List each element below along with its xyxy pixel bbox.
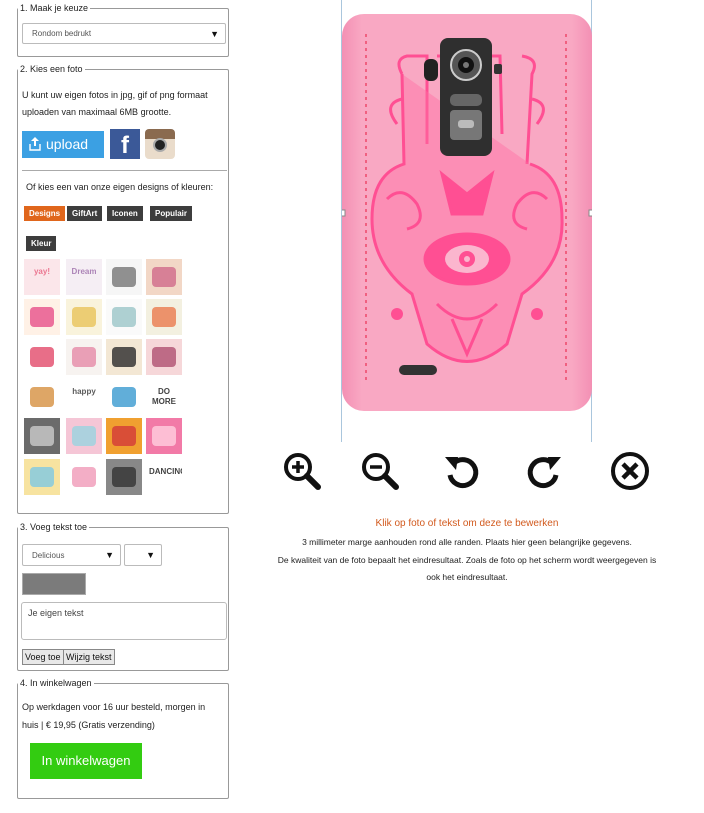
upload-icon [29,137,41,151]
thumbnail-motif [112,347,136,367]
edit-hint: Klik op foto of tekst om deze te bewerke… [375,518,559,529]
zoom-out-icon[interactable] [360,451,400,491]
thumbnail-motif [72,426,96,446]
print-type-value: Rondom bedrukt [32,29,92,38]
thumbnail-motif: yay! [33,267,50,276]
design-thumbnail-dream-believe[interactable]: Dream [66,259,102,295]
step-choose-legend: 1. Maak je keuze [20,3,89,13]
thumbnail-motif [72,467,96,487]
design-thumbnail-chevron-pastel[interactable] [66,418,102,454]
thumbnail-motif [152,347,176,367]
design-thumbnail-pastel-squares[interactable] [24,459,60,495]
phone-case-svg [338,14,596,411]
custom-text-placeholder: Je eigen tekst [28,608,84,618]
custom-text-input[interactable]: Je eigen tekst [21,602,227,640]
thumbnail-motif [112,467,136,487]
design-thumbnail-icecream[interactable] [146,299,182,335]
step-cart-panel: 4. In winkelwagen [17,678,229,799]
delivery-line2: huis | € 19,95 (Gratis verzending) [22,720,155,730]
rotate-right-icon[interactable] [524,451,564,491]
design-thumbnail-triangles-color[interactable] [106,379,142,415]
zoom-in-icon[interactable] [282,451,322,491]
design-thumbnail-world-map[interactable] [24,339,60,375]
design-choice-text: Of kies een van onze eigen designs of kl… [26,182,214,192]
text-color-picker[interactable] [22,573,86,595]
design-thumbnail-cubes[interactable] [106,418,142,454]
design-thumbnail-animals[interactable] [24,379,60,415]
speaker-grille [399,365,437,375]
divider [22,170,227,171]
size-select-arrow-icon: ▼ [146,550,155,560]
thumbnail-motif [30,347,54,367]
thumbnail-motif: happy [72,387,96,396]
design-thumbnail-pink-geo[interactable] [146,418,182,454]
thumbnail-motif [72,347,96,367]
thumbnail-motif [112,426,136,446]
design-thumbnail-quote-text[interactable] [66,339,102,375]
design-thumbnail-bw-portrait[interactable] [106,459,142,495]
rotate-left-icon[interactable] [442,451,482,491]
photo-intro-line1: U kunt uw eigen fotos in jpg, gif of png… [22,90,208,100]
design-thumbnail-do-more[interactable]: DO MORE [146,379,182,415]
design-thumbnail-feathers[interactable] [106,299,142,335]
design-thumbnail-aztec[interactable] [106,339,142,375]
thumbnail-motif [30,426,54,446]
thumbnail-motif [72,307,96,327]
thumbnail-motif [152,267,176,287]
quality-info-line1: De kwaliteit van de foto bepaalt het ein… [277,555,657,565]
thumbnail-motif [152,426,176,446]
thumbnail-motif: DANCING [149,467,182,476]
instagram-icon [153,138,167,152]
design-thumbnail-script-pink[interactable] [146,339,182,375]
resize-handle-left[interactable] [338,209,346,217]
design-thumbnail-tiger[interactable] [24,418,60,454]
design-thumbnail-donuts[interactable] [146,259,182,295]
thumbnail-motif [152,307,176,327]
thumbnail-motif [30,387,54,407]
design-thumbnail-happy-days[interactable]: happy [66,379,102,415]
design-thumbnail-deer[interactable] [106,259,142,295]
delivery-line1: Op werkdagen voor 16 uur besteld, morgen… [22,702,206,712]
add-to-cart-button[interactable]: In winkelwagen [30,743,142,779]
resize-handle-right[interactable] [588,209,596,217]
thumbnail-motif [112,267,136,287]
design-thumbnail-script-stripes[interactable] [66,459,102,495]
tab-giftart[interactable]: GiftArt [67,206,103,221]
facebook-icon: f [121,132,129,159]
quality-info-line2: ook het eindresultaat. [426,572,508,582]
tab-designs[interactable]: Designs [24,206,66,221]
thumbnail-motif: DO MORE [152,387,176,406]
delete-icon[interactable] [610,451,650,491]
upload-label: upload [46,136,89,152]
font-value: Delicious [32,551,65,560]
design-thumbnail-triangles-pastel[interactable] [66,299,102,335]
add-text-button[interactable]: Voeg toe [22,649,64,665]
upload-button[interactable]: upload [22,131,104,158]
tab-populair[interactable]: Populair [150,206,193,221]
facebook-button[interactable]: f [110,129,140,159]
thumbnail-motif [112,307,136,327]
design-thumbnail-dancing[interactable]: DANCING [146,459,182,495]
design-thumbnail-flowers-colorful[interactable] [24,299,60,335]
step-cart-legend: 4. In winkelwagen [20,678,92,688]
font-select[interactable]: Delicious ▼ [22,544,121,566]
instagram-button[interactable] [145,129,175,159]
design-thumbnail-yay[interactable]: yay! [24,259,60,295]
thumbnail-motif: Dream [71,267,97,276]
edit-text-button[interactable]: Wijzig tekst [63,649,115,665]
thumbnail-motif [30,467,54,487]
photo-intro-line2: uploaden van maximaal 6MB grootte. [22,107,172,117]
thumbnail-motif [30,307,54,327]
phone-case-preview[interactable] [338,14,596,411]
tab-kleur[interactable]: Kleur [26,236,57,251]
thumbnail-motif [112,387,136,407]
tab-iconen[interactable]: Iconen [107,206,143,221]
print-type-select[interactable]: Rondom bedrukt ▼ [22,23,226,44]
font-size-select[interactable]: ▼ [124,544,162,566]
step-text-legend: 3. Voeg tekst toe [20,522,88,532]
margin-info: 3 millimeter marge aanhouden rond alle r… [302,537,632,547]
font-select-arrow-icon: ▼ [105,550,114,560]
select-arrow-icon: ▼ [210,29,219,39]
step-photo-legend: 2. Kies een foto [20,64,83,74]
